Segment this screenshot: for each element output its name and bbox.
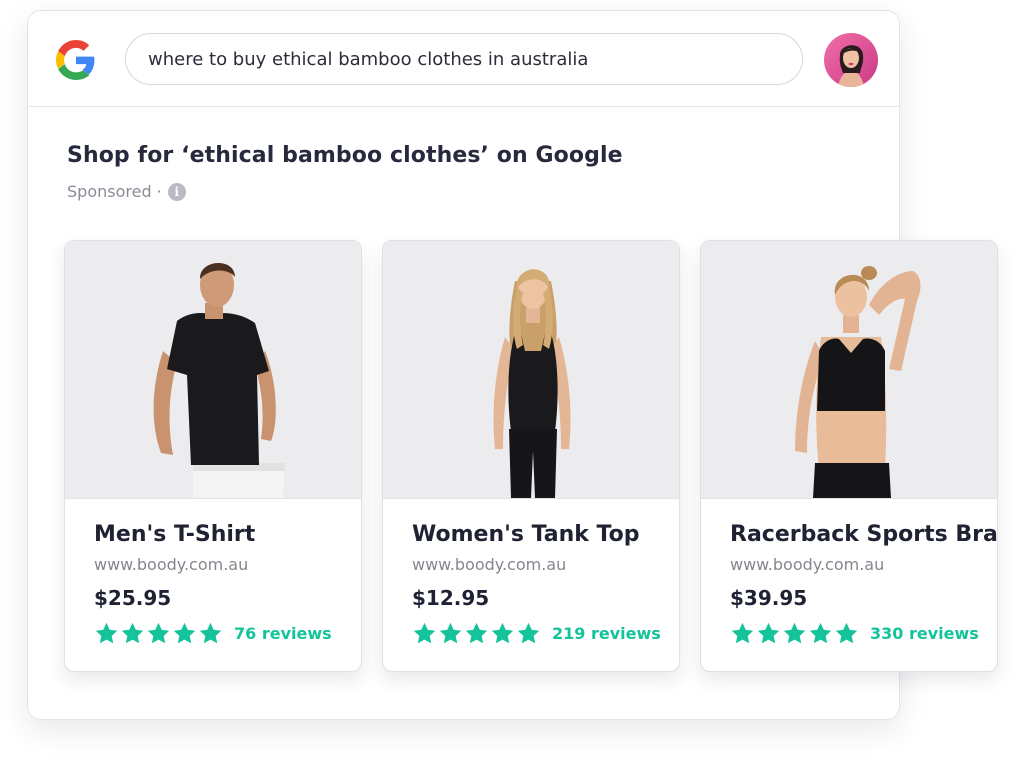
product-image[interactable] <box>65 241 361 499</box>
user-avatar-icon <box>824 33 878 87</box>
google-logo-icon[interactable] <box>56 40 96 80</box>
sponsored-label: Sponsored · i <box>67 182 186 201</box>
star-icon <box>173 622 196 644</box>
user-avatar[interactable] <box>824 33 878 87</box>
product-rating: 76 reviews <box>94 621 332 646</box>
product-url: www.boody.com.au <box>412 555 567 574</box>
product-url: www.boody.com.au <box>94 555 249 574</box>
product-card[interactable]: Men's T-Shirt www.boody.com.au $25.95 76… <box>64 240 362 672</box>
star-icon <box>199 622 222 644</box>
product-rating: 330 reviews <box>730 621 979 646</box>
product-price: $39.95 <box>730 586 808 610</box>
search-header: where to buy ethical bamboo clothes in a… <box>28 11 899 107</box>
product-price: $25.95 <box>94 586 172 610</box>
reviews-link[interactable]: 219 reviews <box>552 624 661 643</box>
reviews-link[interactable]: 330 reviews <box>870 624 979 643</box>
womens-tank-model-icon <box>493 269 571 498</box>
product-name[interactable]: Racerback Sports Bra <box>730 522 997 547</box>
star-icon <box>147 622 170 644</box>
rating-stars <box>94 621 223 646</box>
search-input[interactable]: where to buy ethical bamboo clothes in a… <box>125 33 803 85</box>
search-query-text: where to buy ethical bamboo clothes in a… <box>148 48 589 70</box>
star-icon <box>731 622 754 644</box>
info-icon[interactable]: i <box>167 182 186 201</box>
product-name[interactable]: Women's Tank Top <box>412 522 640 547</box>
product-card[interactable]: Racerback Sports Bra www.boody.com.au $3… <box>700 240 998 672</box>
sports-bra-model-icon <box>795 266 921 498</box>
sponsored-text: Sponsored · <box>67 182 162 201</box>
product-image[interactable] <box>383 241 679 499</box>
product-rating: 219 reviews <box>412 621 661 646</box>
star-icon <box>491 622 514 644</box>
product-card[interactable]: Women's Tank Top www.boody.com.au $12.95… <box>382 240 680 672</box>
star-icon <box>757 622 780 644</box>
star-icon <box>439 622 462 644</box>
rating-stars <box>730 621 859 646</box>
mens-tshirt-model-icon <box>153 262 285 498</box>
product-name[interactable]: Men's T-Shirt <box>94 522 255 547</box>
shopping-results-title: Shop for ‘ethical bamboo clothes’ on Goo… <box>67 143 623 168</box>
product-price: $12.95 <box>412 586 490 610</box>
product-url: www.boody.com.au <box>730 555 885 574</box>
rating-stars <box>412 621 541 646</box>
star-icon <box>783 622 806 644</box>
star-icon <box>517 622 540 644</box>
star-icon <box>121 622 144 644</box>
star-icon <box>835 622 858 644</box>
reviews-link[interactable]: 76 reviews <box>234 624 332 643</box>
star-icon <box>809 622 832 644</box>
product-image[interactable] <box>701 241 997 499</box>
star-icon <box>95 622 118 644</box>
star-icon <box>413 622 436 644</box>
star-icon <box>465 622 488 644</box>
